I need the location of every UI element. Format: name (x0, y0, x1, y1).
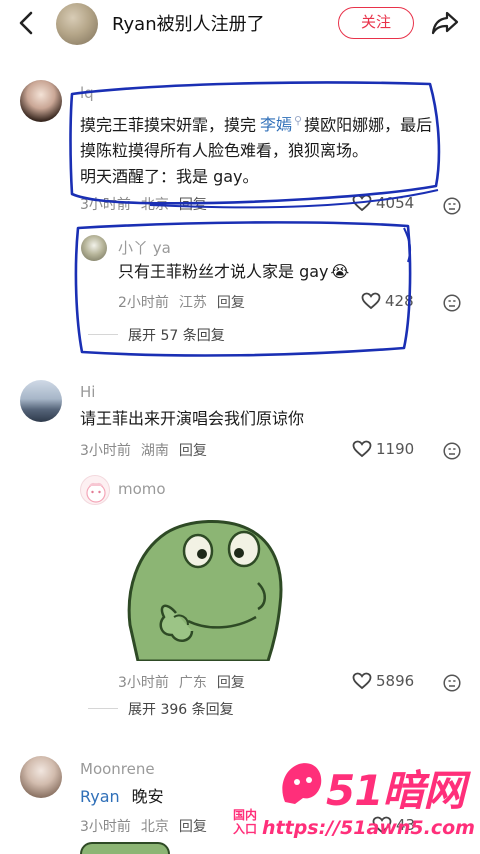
search-icon: ⚲ (294, 114, 303, 127)
avatar[interactable] (80, 475, 110, 505)
divider (88, 708, 118, 709)
comment-meta: 3小时前 北京 回复 (80, 819, 207, 835)
watermark-brand: 51暗网 (326, 766, 465, 815)
like-button[interactable]: 4054 (352, 194, 414, 212)
reply-button[interactable]: 回复 (217, 295, 245, 311)
avatar[interactable] (20, 80, 62, 122)
avatar[interactable] (20, 756, 62, 798)
like-button[interactable]: 5896 (352, 672, 414, 690)
comment-username[interactable]: momo (118, 480, 166, 498)
crying-emoji: 😭 (330, 262, 350, 281)
comment-meta: 3小时前 湖南 回复 (80, 443, 207, 459)
dislike-icon[interactable] (443, 197, 461, 215)
watermark-logo-icon (275, 758, 327, 808)
sticker-partial (80, 842, 170, 854)
reply-button[interactable]: 回复 (217, 675, 245, 691)
dislike-icon[interactable] (443, 294, 461, 312)
reply-button[interactable]: 回复 (179, 443, 207, 459)
comment-meta: 3小时前 北京 回复 (80, 197, 207, 213)
follow-button[interactable]: 关注 (338, 7, 414, 39)
comment-text: 只有王菲粉丝才说人家是 gay 😭 (118, 262, 350, 281)
dislike-icon[interactable] (443, 442, 461, 460)
author-avatar[interactable] (56, 3, 98, 45)
reply-button[interactable]: 回复 (179, 197, 207, 213)
comment-meta: 3小时前 广东 回复 (118, 675, 245, 691)
comment-text: 摸完王菲摸宋妍霏，摸完 李嫣 ⚲ 摸欧阳娜娜，最后 摸陈粒摸得所有人脸色难看，狼狈离场… (80, 114, 433, 187)
comment-username[interactable]: Moonrene (80, 760, 155, 778)
comment-username[interactable]: lq (80, 84, 94, 102)
frog-thinking-sticker[interactable] (118, 513, 290, 663)
watermark-url: https://51awn5.com (262, 817, 475, 839)
heart-icon (352, 672, 372, 690)
mention-link[interactable]: Ryan (80, 787, 120, 806)
heart-icon (361, 292, 381, 310)
like-button[interactable]: 1190 (352, 440, 414, 458)
avatar[interactable] (81, 235, 107, 261)
mention-link[interactable]: 李嫣 (260, 115, 292, 134)
share-icon[interactable] (430, 9, 460, 37)
comment-text: 请王菲出来开演唱会我们原谅你 (80, 409, 305, 428)
dislike-icon[interactable] (443, 674, 461, 692)
watermark-badge: 国内 入口 (233, 808, 258, 836)
divider (88, 334, 118, 335)
page-title: Ryan被别人注册了 (112, 14, 265, 35)
reply-button[interactable]: 回复 (179, 819, 207, 835)
comment-meta: 2小时前 江苏 回复 (118, 295, 245, 311)
comment-username[interactable]: Hi (80, 383, 95, 401)
expand-replies-button[interactable]: 展开 57 条回复 (128, 325, 225, 345)
back-arrow-icon[interactable] (14, 9, 40, 37)
comment-username[interactable]: 小丫 ya (118, 237, 171, 258)
heart-icon (352, 440, 372, 458)
heart-icon (352, 194, 372, 212)
comment-text: Ryan 晚安 (80, 787, 164, 806)
like-button[interactable]: 428 (361, 292, 414, 310)
avatar[interactable] (20, 380, 62, 422)
expand-replies-button[interactable]: 展开 396 条回复 (128, 699, 234, 719)
top-bar: Ryan被别人注册了 关注 (0, 0, 480, 46)
